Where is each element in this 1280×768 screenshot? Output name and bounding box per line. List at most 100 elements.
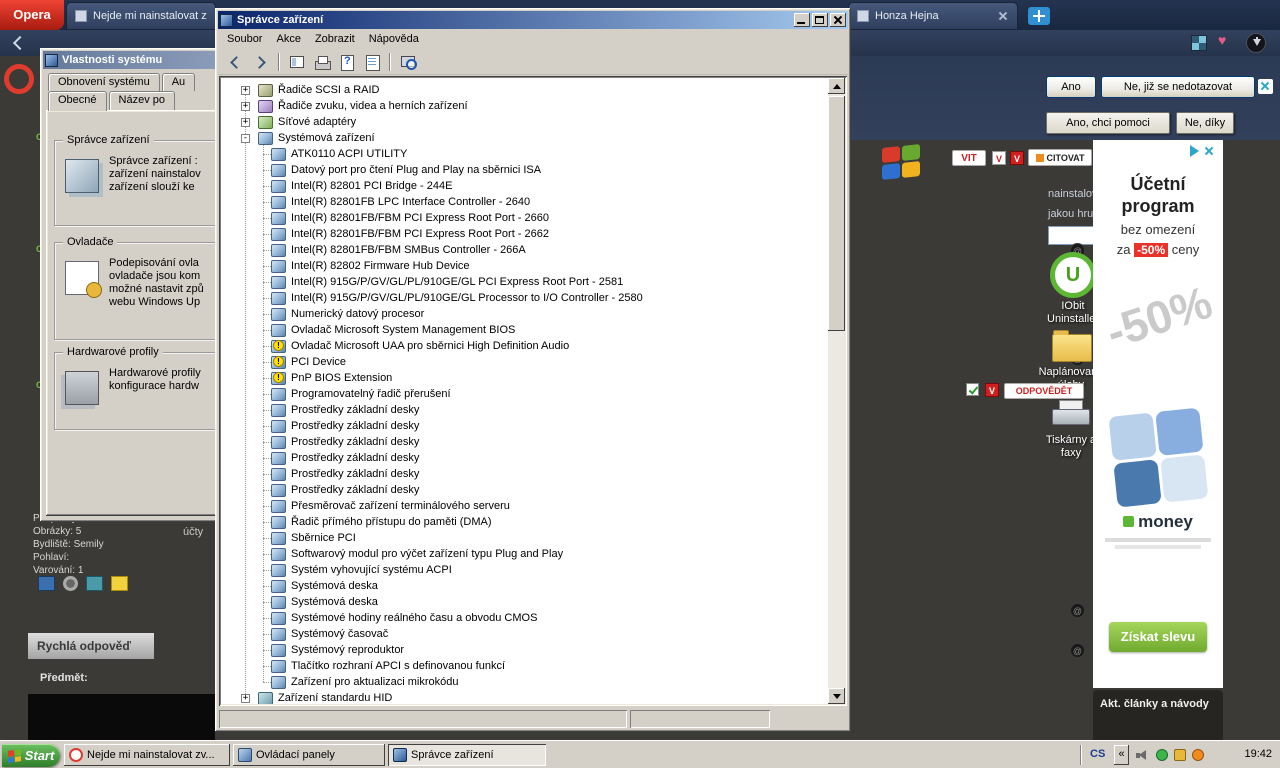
settings-gear-icon[interactable]	[63, 576, 78, 591]
tree-item[interactable]: Systémová deska	[221, 578, 828, 594]
start-button[interactable]: Start	[2, 744, 60, 767]
props-button[interactable]	[360, 51, 384, 73]
browser-tab-2[interactable]: Honza Hejna	[848, 2, 1018, 30]
tree-item[interactable]: Intel(R) 82801 PCI Bridge - 244E	[221, 178, 828, 194]
tree-item[interactable]: Intel(R) 82801FB/FBM PCI Express Root Po…	[221, 226, 828, 242]
menu-item[interactable]: Soubor	[220, 31, 269, 47]
menu-item[interactable]: Nápověda	[362, 31, 426, 47]
yes-help-button[interactable]: Ano, chci pomoci	[1046, 112, 1170, 134]
tree-item[interactable]: Zařízení pro aktualizaci mikrokódu	[221, 674, 828, 690]
tree-item[interactable]: Sběrnice PCI	[221, 530, 828, 546]
desktop-icon-scheduled-tasks[interactable]	[1052, 334, 1092, 362]
desktop-icon-printers[interactable]	[1050, 400, 1092, 430]
tree-item[interactable]: Softwarový modul pro výčet zařízení typu…	[221, 546, 828, 562]
taskbar-button[interactable]: Správce zařízení	[388, 744, 546, 766]
tree-item[interactable]: -Systémová zařízení	[221, 130, 828, 146]
tree-item[interactable]: Intel(R) 82802 Firmware Hub Device	[221, 258, 828, 274]
print-button[interactable]	[310, 51, 334, 73]
heart-icon[interactable]	[1218, 32, 1234, 48]
tree-item[interactable]: Ovladač Microsoft System Management BIOS	[221, 322, 828, 338]
tree-item[interactable]: Prostředky základní desky	[221, 418, 828, 434]
scroll-thumb[interactable]	[828, 96, 845, 331]
scroll-down-button[interactable]	[828, 688, 845, 704]
ad-cta-button[interactable]: Získat slevu	[1109, 622, 1207, 652]
help-button[interactable]	[335, 51, 359, 73]
antivirus-icon[interactable]	[1156, 749, 1168, 761]
clock[interactable]: 19:42	[1244, 748, 1272, 760]
tree-item[interactable]: Intel(R) 915G/P/GV/GL/PL/910GE/GL PCI Ex…	[221, 274, 828, 290]
no-dont-ask-button[interactable]: Ne, již se nedotazovat	[1101, 76, 1255, 98]
panel-close-button[interactable]	[1258, 79, 1273, 94]
tree-item[interactable]: Řadič přímého přístupu do paměti (DMA)	[221, 514, 828, 530]
ad-banner[interactable]: Účetní program bez omezení za -50% ceny …	[1093, 140, 1223, 688]
vertical-scrollbar[interactable]	[828, 78, 845, 704]
opera-menu-button[interactable]: Opera	[0, 0, 64, 30]
menu-item[interactable]: Zobrazit	[308, 31, 362, 47]
tree-item[interactable]: +Řadiče zvuku, videa a herních zařízení	[221, 98, 828, 114]
taskbar-button[interactable]: Ovládací panely	[233, 744, 385, 766]
tree-item[interactable]: Datový port pro čtení Plug and Play na s…	[221, 162, 828, 178]
no-thanks-button[interactable]: Ne, díky	[1176, 112, 1234, 134]
opera-tray-icon[interactable]	[1192, 749, 1204, 761]
tree-item[interactable]: Prostředky základní desky	[221, 402, 828, 418]
scroll-up-button[interactable]	[828, 78, 845, 94]
folder-icon[interactable]	[111, 576, 128, 591]
tree-item[interactable]: Intel(R) 82801FB/FBM PCI Express Root Po…	[221, 210, 828, 226]
expand-toggle[interactable]: +	[241, 86, 250, 95]
tree-item[interactable]: Systémový reproduktor	[221, 642, 828, 658]
maximize-button[interactable]	[812, 13, 828, 27]
tree-item[interactable]: !PnP BIOS Extension	[221, 370, 828, 386]
tree-item[interactable]: Prostředky základní desky	[221, 466, 828, 482]
tree-item[interactable]: +Zařízení standardu HID	[221, 690, 828, 704]
report-flag-icon[interactable]: V	[1010, 151, 1024, 165]
expand-toggle[interactable]: +	[241, 118, 250, 127]
desktop-icon-iobit[interactable]: U	[1050, 252, 1096, 298]
forward-button[interactable]	[249, 51, 273, 73]
edit-button-fragment[interactable]: VIT	[952, 150, 986, 166]
minimize-button[interactable]	[794, 13, 810, 27]
tree-item[interactable]: Prostředky základní desky	[221, 434, 828, 450]
tree-item[interactable]: Intel(R) 82801FB/FBM SMBus Controller - …	[221, 242, 828, 258]
tree-item[interactable]: Programovatelný řadič přerušení	[221, 386, 828, 402]
download-icon[interactable]	[1246, 33, 1266, 53]
tree-item[interactable]: Intel(R) 915G/P/GV/GL/PL/910GE/GL Proces…	[221, 290, 828, 306]
tree-item[interactable]: Prostředky základní desky	[221, 482, 828, 498]
scan-button[interactable]	[396, 51, 420, 73]
back-button[interactable]	[224, 51, 248, 73]
tab-general[interactable]: Obecné	[48, 91, 107, 111]
tree-item[interactable]: +Síťové adaptéry	[221, 114, 828, 130]
reply-button[interactable]: ODPOVĚDĚT	[1004, 383, 1084, 399]
volume-icon[interactable]	[1136, 750, 1149, 761]
tree-item[interactable]: Prostředky základní desky	[221, 450, 828, 466]
speeddial-grid-icon[interactable]	[1192, 36, 1206, 50]
close-button[interactable]	[830, 13, 846, 27]
tab-close-icon[interactable]	[997, 10, 1009, 22]
browser-tab-1[interactable]: Nejde mi nainstalovat zvu	[66, 2, 216, 30]
cite-button[interactable]: CITOVAT	[1028, 149, 1092, 166]
ad-close-icon[interactable]	[1203, 145, 1215, 157]
adchoices-icon[interactable]	[1190, 145, 1199, 157]
card-icon[interactable]	[86, 576, 103, 591]
device-manager-titlebar[interactable]: Správce zařízení	[218, 11, 848, 29]
tree-item[interactable]: Systémové hodiny reálného času a obvodu …	[221, 610, 828, 626]
yes-button[interactable]: Ano	[1046, 76, 1096, 98]
tree-item[interactable]: Systém vyhovující systému ACPI	[221, 562, 828, 578]
taskbar-button[interactable]: Nejde mi nainstalovat zv...	[64, 744, 230, 766]
tree-item[interactable]: Tlačítko rozhraní APCI s definovanou fun…	[221, 658, 828, 674]
report-flag-icon[interactable]: V	[985, 383, 999, 397]
menu-item[interactable]: Akce	[269, 31, 307, 47]
tree-item[interactable]: Systémová deska	[221, 594, 828, 610]
tree-item[interactable]: Numerický datový procesor	[221, 306, 828, 322]
console-button[interactable]	[285, 51, 309, 73]
tray-chevron-button[interactable]: «	[1114, 745, 1129, 765]
report-flag-icon[interactable]: V	[992, 151, 1006, 165]
back-icon[interactable]	[12, 36, 24, 48]
tree-item[interactable]: Intel(R) 82801FB LPC Interface Controlle…	[221, 194, 828, 210]
reply-input-area[interactable]	[28, 694, 215, 740]
profile-icon[interactable]	[38, 576, 55, 591]
new-tab-button[interactable]	[1028, 7, 1050, 25]
language-indicator[interactable]: CS	[1090, 748, 1105, 760]
articles-bar[interactable]: Akt. články a návody	[1093, 690, 1223, 740]
tree-item[interactable]: !PCI Device	[221, 354, 828, 370]
tree-item[interactable]: Přesměrovač zařízení terminálového serve…	[221, 498, 828, 514]
